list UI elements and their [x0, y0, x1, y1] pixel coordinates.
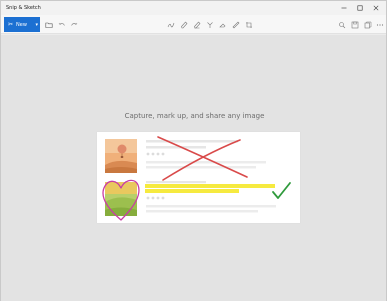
undo-icon	[58, 22, 65, 26]
markup-illustration	[102, 136, 291, 221]
empty-state-illustration	[97, 132, 300, 223]
highlighter-icon	[206, 21, 213, 28]
pencil-icon	[193, 21, 200, 28]
copy-button[interactable]	[363, 20, 372, 29]
highlighter-button[interactable]	[205, 20, 214, 29]
chevron-down-icon[interactable]: ▾	[35, 17, 38, 32]
eraser-icon	[218, 23, 225, 27]
save-icon	[351, 21, 358, 28]
red-x-markup	[157, 136, 248, 181]
close-button[interactable]	[368, 1, 384, 15]
undo-button[interactable]	[57, 20, 66, 29]
empty-state-caption: Capture, mark up, and share any image	[124, 112, 265, 120]
touch-writing-button[interactable]	[166, 20, 175, 29]
window-controls	[336, 1, 384, 15]
copy-icon	[364, 21, 371, 28]
new-button-label: New	[16, 21, 27, 28]
close-icon	[373, 5, 379, 11]
redo-icon	[70, 22, 77, 26]
title-bar: Snip & Sketch	[1, 1, 386, 15]
ruler-button[interactable]	[231, 20, 240, 29]
ruler-icon	[232, 21, 239, 28]
save-button[interactable]	[350, 20, 359, 29]
checkmark-markup	[272, 182, 291, 199]
app-window: Snip & Sketch ✂ New ▾ Capture, mark up, …	[0, 0, 387, 301]
redo-button[interactable]	[69, 20, 78, 29]
app-title: Snip & Sketch	[6, 5, 41, 11]
pencil-button[interactable]	[192, 20, 201, 29]
more-icon	[376, 23, 383, 26]
maximize-icon	[357, 5, 363, 11]
zoom-icon	[338, 21, 345, 28]
ballpoint-pen-button[interactable]	[179, 20, 188, 29]
ballpoint-pen-icon	[180, 21, 187, 28]
new-snip-button[interactable]: ✂ New ▾	[4, 17, 40, 32]
open-file-icon	[45, 22, 52, 28]
more-button[interactable]	[375, 20, 384, 29]
placeholder-lines-top	[146, 140, 266, 169]
open-file-button[interactable]	[44, 20, 53, 29]
eraser-button[interactable]	[218, 20, 227, 29]
maximize-button[interactable]	[352, 1, 368, 15]
sunset-photo-thumbnail	[105, 139, 137, 173]
zoom-button[interactable]	[337, 20, 346, 29]
highlight-markup	[145, 184, 275, 193]
toolbar: ✂ New ▾	[1, 15, 386, 34]
crop-button[interactable]	[244, 20, 253, 29]
minimize-button[interactable]	[336, 1, 352, 15]
minimize-icon	[341, 7, 347, 9]
crop-icon	[245, 21, 252, 28]
touch-writing-icon	[167, 22, 174, 27]
scissors-icon: ✂	[7, 21, 14, 28]
